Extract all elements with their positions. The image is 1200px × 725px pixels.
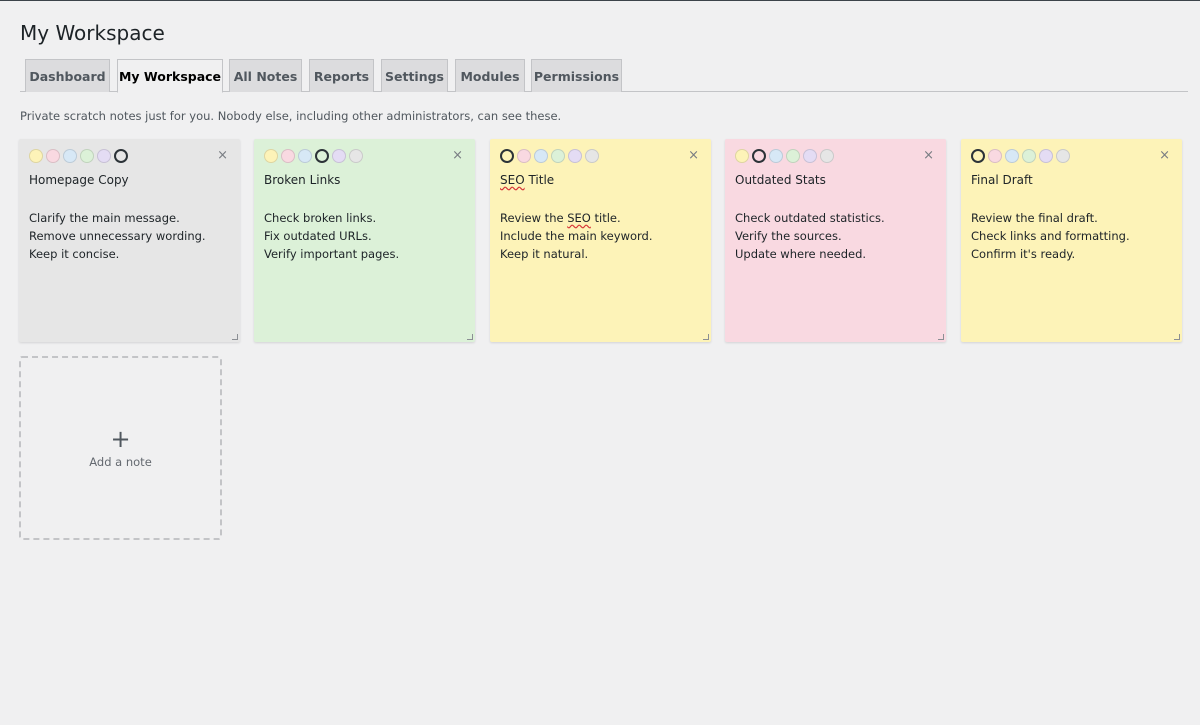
- color-swatch-purple[interactable]: [1039, 149, 1053, 163]
- resize-handle[interactable]: [703, 334, 709, 340]
- close-icon[interactable]: ×: [923, 149, 934, 163]
- color-swatch-yellow[interactable]: [264, 149, 278, 163]
- color-swatch-gray[interactable]: [1056, 149, 1070, 163]
- color-swatch-green[interactable]: [1022, 149, 1036, 163]
- tab-bar: Dashboard My Workspace All Notes Reports…: [20, 59, 1188, 93]
- note-title[interactable]: Broken Links: [264, 173, 340, 187]
- note-line: Check links and formatting.: [971, 229, 1130, 243]
- note-body[interactable]: Check broken links. Fix outdated URLs. Ver…: [264, 209, 399, 263]
- color-picker: [264, 149, 363, 163]
- add-note-button[interactable]: + Add a note: [19, 356, 222, 540]
- note-body[interactable]: Review the SEO title. Include the main ke…: [500, 209, 653, 263]
- resize-handle[interactable]: [938, 334, 944, 340]
- close-icon[interactable]: ×: [217, 149, 228, 163]
- color-picker: [735, 149, 834, 163]
- note-title[interactable]: Outdated Stats: [735, 173, 826, 187]
- color-swatch-pink[interactable]: [517, 149, 531, 163]
- color-swatch-gray[interactable]: [349, 149, 363, 163]
- close-icon[interactable]: ×: [1159, 149, 1170, 163]
- note-line: Check outdated statistics.: [735, 211, 885, 225]
- resize-handle[interactable]: [1174, 334, 1180, 340]
- tab-permissions[interactable]: Permissions: [531, 59, 622, 92]
- color-swatch-purple[interactable]: [332, 149, 346, 163]
- color-swatch-green[interactable]: [315, 149, 329, 163]
- note-line: Remove unnecessary wording.: [29, 229, 206, 243]
- color-swatch-blue[interactable]: [769, 149, 783, 163]
- color-swatch-gray[interactable]: [820, 149, 834, 163]
- resize-handle[interactable]: [232, 334, 238, 340]
- tab-dashboard[interactable]: Dashboard: [25, 59, 110, 92]
- sticky-note[interactable]: × SEO Title Review the SEO title. Include t…: [490, 139, 711, 342]
- sticky-note[interactable]: × Homepage Copy Clarify the main message. R…: [19, 139, 240, 342]
- close-icon[interactable]: ×: [688, 149, 699, 163]
- color-swatch-purple[interactable]: [568, 149, 582, 163]
- color-swatch-green[interactable]: [786, 149, 800, 163]
- color-swatch-purple[interactable]: [803, 149, 817, 163]
- note-line: Keep it concise.: [29, 247, 120, 261]
- note-line: Check broken links.: [264, 211, 377, 225]
- color-swatch-purple[interactable]: [97, 149, 111, 163]
- color-swatch-blue[interactable]: [534, 149, 548, 163]
- note-line: Keep it natural.: [500, 247, 589, 261]
- note-title[interactable]: Final Draft: [971, 173, 1033, 187]
- color-swatch-yellow[interactable]: [500, 149, 514, 163]
- color-swatch-blue[interactable]: [63, 149, 77, 163]
- note-line: Include the main keyword.: [500, 229, 653, 243]
- add-note-label: Add a note: [89, 455, 152, 469]
- color-swatch-blue[interactable]: [1005, 149, 1019, 163]
- close-icon[interactable]: ×: [452, 149, 463, 163]
- note-body[interactable]: Review the final draft. Check links and f…: [971, 209, 1130, 263]
- color-swatch-pink[interactable]: [752, 149, 766, 163]
- color-swatch-pink[interactable]: [988, 149, 1002, 163]
- note-line: Confirm it's ready.: [971, 247, 1076, 261]
- color-swatch-green[interactable]: [551, 149, 565, 163]
- sticky-note[interactable]: × Final Draft Review the final draft. Check…: [961, 139, 1182, 342]
- tab-my-workspace[interactable]: My Workspace: [117, 59, 223, 93]
- note-line: Update where needed.: [735, 247, 867, 261]
- color-swatch-pink[interactable]: [46, 149, 60, 163]
- color-swatch-yellow[interactable]: [735, 149, 749, 163]
- note-line: Verify the sources.: [735, 229, 842, 243]
- color-swatch-gray[interactable]: [585, 149, 599, 163]
- tab-settings[interactable]: Settings: [381, 59, 448, 92]
- intro-text: Private scratch notes just for you. Nobo…: [20, 109, 562, 123]
- note-line: Review the final draft.: [971, 211, 1098, 225]
- note-line: Verify important pages.: [264, 247, 400, 261]
- tab-modules[interactable]: Modules: [455, 59, 525, 92]
- resize-handle[interactable]: [467, 334, 473, 340]
- color-swatch-yellow[interactable]: [971, 149, 985, 163]
- color-picker: [500, 149, 599, 163]
- note-title[interactable]: Homepage Copy: [29, 173, 129, 187]
- color-swatch-green[interactable]: [80, 149, 94, 163]
- page-title: My Workspace: [20, 21, 165, 45]
- note-line: Clarify the main message.: [29, 211, 180, 225]
- note-line: Review the SEO title.: [500, 211, 621, 225]
- sticky-note[interactable]: × Outdated Stats Check outdated statistics…: [725, 139, 946, 342]
- color-swatch-blue[interactable]: [298, 149, 312, 163]
- color-swatch-yellow[interactable]: [29, 149, 43, 163]
- note-body[interactable]: Check outdated statistics. Verify the sou…: [735, 209, 885, 263]
- tab-all-notes[interactable]: All Notes: [229, 59, 302, 92]
- sticky-note[interactable]: × Broken Links Check broken links. Fix outd…: [254, 139, 475, 342]
- note-body[interactable]: Clarify the main message. Remove unnecess…: [29, 209, 206, 263]
- color-swatch-pink[interactable]: [281, 149, 295, 163]
- color-picker: [971, 149, 1070, 163]
- note-line: Fix outdated URLs.: [264, 229, 372, 243]
- plus-icon: +: [110, 425, 131, 453]
- note-title[interactable]: SEO Title: [500, 173, 554, 187]
- color-swatch-gray[interactable]: [114, 149, 128, 163]
- color-picker: [29, 149, 128, 163]
- tab-reports[interactable]: Reports: [309, 59, 374, 92]
